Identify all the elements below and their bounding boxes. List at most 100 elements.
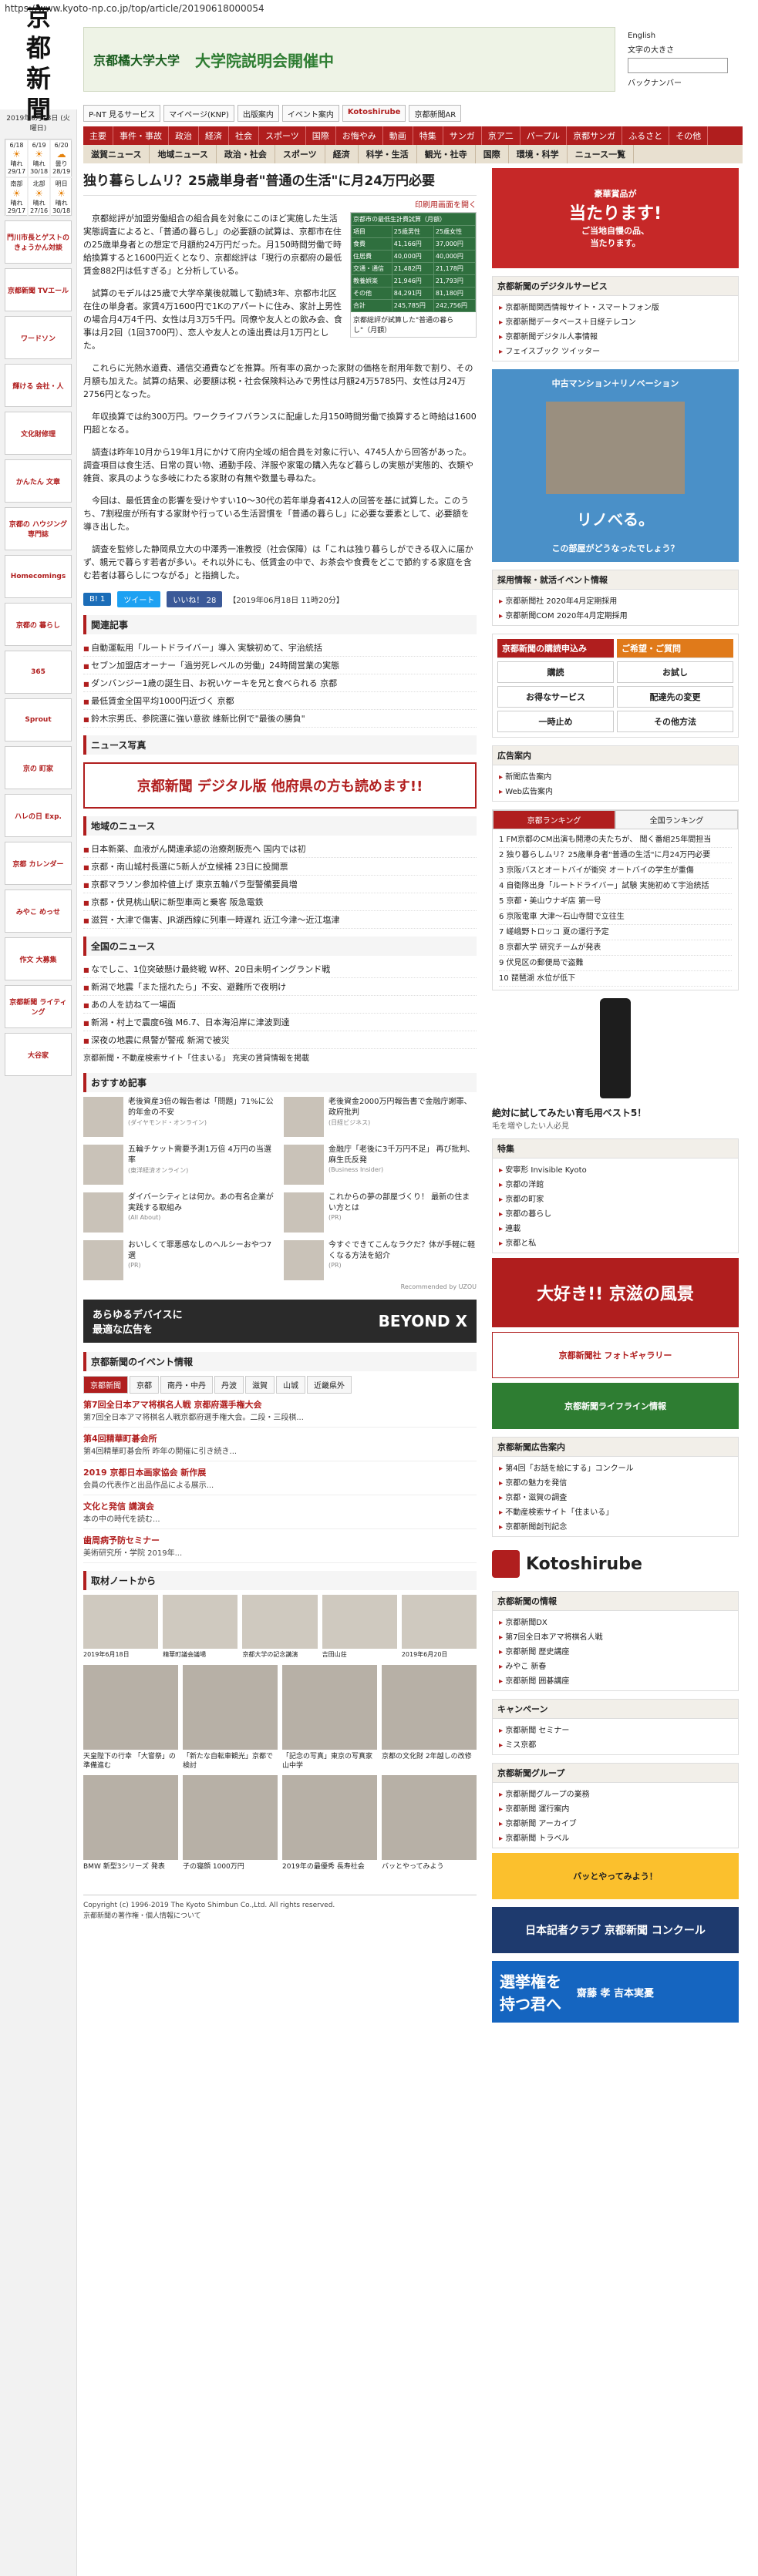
side-link[interactable]: 不動産検索サイト「住まいる」 [499, 1504, 732, 1518]
rail-ad-tile[interactable]: 京都の ハウジング 専門誌 [5, 507, 72, 550]
rail-ad-tile[interactable]: 輝ける 会社・人 [5, 364, 72, 407]
news-link[interactable]: なでしこ、1位突破懸け最終戦 W杯、20日未明イングランド戦 [83, 960, 477, 978]
nav-tab[interactable]: 国際 [306, 126, 336, 145]
note-photo[interactable] [163, 1595, 238, 1649]
event-tab[interactable]: 滋賀 [245, 1376, 275, 1394]
news-link[interactable]: 新潟で地震「また揺れたら」不安、避難所で夜明け [83, 978, 477, 996]
rail-ad-tile[interactable]: みやこ めっせ [5, 889, 72, 933]
side-link[interactable]: 京都新聞COM 2020年4月定期採用 [499, 607, 732, 622]
side-link[interactable]: みやこ 新春 [499, 1658, 732, 1673]
weather-panel[interactable]: 6/18 ☀ 晴れ 29/17 6/19 ☀ 晴れ 30/18 6/20 ☁ 曇り 28/19 南… [5, 139, 73, 217]
side-link[interactable]: 京都の洋館 [499, 1176, 732, 1191]
event-item[interactable]: 第7回全日本アマ将棋名人戦 京都府選手権大会 第7回全日本アマ将棋名人戦京都府選手… [83, 1394, 477, 1428]
ranking-item[interactable]: 9 伏見区の郵便局で盗難 [499, 956, 732, 971]
english-link[interactable]: English [628, 32, 655, 40]
recommended-card[interactable]: 老後資金2000万円報告書で金融庁謝罪、政府批判 (日経ビジネス) [284, 1097, 477, 1137]
purchase-button[interactable]: 購読 [497, 661, 614, 683]
hair-tonic-ad[interactable] [492, 990, 739, 1106]
rail-ad-tile[interactable]: 365 [5, 651, 72, 694]
side-link[interactable]: 京都新聞 歴史講座 [499, 1643, 732, 1658]
news-link[interactable]: 京都マラソン参加枠値上げ 東京五輪パラ型警備要員増 [83, 876, 477, 893]
rail-ad-tile[interactable]: 京都新聞 TVエール [5, 268, 72, 311]
bottom-card[interactable]: 「記念の写真」東京の写真家 山中学 [282, 1665, 377, 1771]
event-item[interactable]: 文化と発信 講演会 本の中の時代を読む... [83, 1495, 477, 1529]
gift-campaign-ad[interactable]: 豪華賞品が 当たります! ご当地自慢の品、 当たります。 [492, 168, 739, 268]
nav-tab[interactable]: その他 [669, 126, 709, 145]
ranking-item[interactable]: 4 自衛隊出身「ルートドライバー」試験 実施初めて宇治統括 [499, 879, 732, 894]
event-tab[interactable]: 京都 [130, 1376, 159, 1394]
event-tab[interactable]: 京都新聞 [83, 1376, 128, 1394]
service-link[interactable]: 出版案内 [237, 105, 279, 122]
related-link[interactable]: ダンバンジー1歳の誕生日、お祝いケーキを兄と食べられる 京都 [83, 674, 477, 692]
side-link[interactable]: 京都新聞デジタル人事情報 [499, 328, 732, 343]
event-tab[interactable]: 山城 [276, 1376, 305, 1394]
related-link[interactable]: 自動運転用「ルートドライバー」導入 実験初めて、宇治統括 [83, 639, 477, 657]
side-link[interactable]: 京都の魅力を発信 [499, 1475, 732, 1489]
rail-ad-tile[interactable]: 文化財修理 [5, 412, 72, 455]
nav-tab[interactable]: ふるさと [622, 126, 670, 145]
side-link[interactable]: 京都新聞データベース＋日経テレコン [499, 314, 732, 328]
address-bar[interactable]: https://www.kyoto-np.co.jp/top/article/2… [0, 0, 758, 17]
backnumber-link[interactable]: バックナンバー [628, 76, 682, 88]
recommended-card[interactable]: 金融庁「老後に3千万円不足」 再び批判、麻生氏反発 (Business Insid… [284, 1145, 477, 1185]
top-banner-ad[interactable]: 京都橘大学大学 大学院説明会開催中 [83, 27, 615, 92]
note-photo[interactable] [322, 1595, 397, 1649]
news-link[interactable]: 京都・伏見桃山駅に新型車両と乗客 阪急電鉄 [83, 893, 477, 911]
rail-ad-tile[interactable]: 京都の 暮らし [5, 603, 72, 646]
event-tab[interactable]: 南丹・中丹 [160, 1376, 213, 1394]
font-size-control[interactable]: 文字の大きさ [628, 43, 674, 55]
ranking-tab[interactable]: 京都ランキング [493, 810, 615, 829]
news-link[interactable]: あの人を訪ねて一場面 [83, 996, 477, 1014]
subnav-tab[interactable]: 国際 [476, 145, 509, 163]
ranking-item[interactable]: 2 独り暮らしムリ？25歳単身者"普通の生活"に月24万円必要 [499, 848, 732, 863]
bottom-card[interactable]: 2019年の最優秀 長寿社会 [282, 1775, 377, 1871]
tweet-button[interactable]: ツイート [117, 591, 161, 607]
news-link[interactable]: 京都・南山城村長選に5新人が立候補 23日に投開票 [83, 858, 477, 876]
subnav-tab[interactable]: 経済 [325, 145, 359, 163]
ranking-item[interactable]: 7 嵯峨野トロッコ 夏の運行予定 [499, 925, 732, 940]
digital-edition-banner[interactable]: 京都新聞 デジタル版 他府県の方も読めます!! [83, 762, 477, 809]
news-link[interactable]: 滋賀・大津で傷害、JR湖西線に列車一時遅れ 近江今津〜近江塩津 [83, 911, 477, 929]
recommended-card[interactable]: 老後資産3倍の報告者は「問題」71%に公的年金の不安 (ダイヤモンド・オンライン) [83, 1097, 276, 1137]
service-link[interactable]: マイページ(KNP) [163, 105, 234, 122]
election-ad[interactable]: 選挙権を 持つ君へ 齋藤 孝 吉本実憂 [492, 1961, 739, 2023]
side-link[interactable]: 連載 [499, 1220, 732, 1235]
bottom-card[interactable]: 子の寝顔 1000万円 [183, 1775, 278, 1871]
search-input[interactable] [628, 57, 728, 73]
note-photo[interactable] [242, 1595, 318, 1649]
subnav-tab[interactable]: スポーツ [275, 145, 325, 163]
subnav-tab[interactable]: 観光・社寺 [417, 145, 476, 163]
side-link[interactable]: 京都新聞DX [499, 1614, 732, 1629]
subnav-tab[interactable]: 地域ニュース [150, 145, 217, 163]
rail-ad-tile[interactable]: ワードソン [5, 316, 72, 359]
ranking-item[interactable]: 10 琵琶湖 水位が低下 [499, 971, 732, 987]
note-photo[interactable] [401, 1595, 477, 1649]
purchase-button[interactable]: 配達先の変更 [617, 686, 733, 708]
facebook-like-button[interactable]: いいね！ 28 [167, 591, 223, 607]
nav-tab[interactable]: サンガ [443, 126, 482, 145]
ranking-item[interactable]: 6 京阪電車 大津〜石山寺間で立往生 [499, 910, 732, 925]
subnav-tab[interactable]: ニュース一覧 [568, 145, 635, 163]
recommended-card[interactable]: 今すぐできてこんなラクだ？体が手軽に軽くなる方法を紹介 (PR) [284, 1240, 477, 1280]
side-link[interactable]: 京都の町家 [499, 1191, 732, 1206]
rail-ad-tile[interactable]: Homecomings [5, 555, 72, 598]
side-link[interactable]: 京都新聞グループの業務 [499, 1786, 732, 1801]
nikkei-ad[interactable]: 日本記者クラブ 京都新聞 コンクール [492, 1907, 739, 1953]
recommended-card[interactable]: これからの夢の部屋づくり！ 最新の住まい方とは (PR) [284, 1192, 477, 1233]
side-link[interactable]: 京都新聞関西情報サイト・スマートフォン版 [499, 299, 732, 314]
rail-ad-tile[interactable]: かんたん 文章 [5, 459, 72, 503]
recommended-card[interactable]: おいしくて罪悪感なしのヘルシーおやつ7選 (PR) [83, 1240, 276, 1280]
recommended-card[interactable]: ダイバーシティとは何か。あの有名企業が実践する取組み (All About) [83, 1192, 276, 1233]
rail-ad-tile[interactable]: ハレの日 Exp. [5, 794, 72, 837]
nav-tab[interactable]: 動画 [383, 126, 413, 145]
side-link[interactable]: 第4回「お話を絵にする」コンクール [499, 1460, 732, 1475]
rail-ad-tile[interactable]: 門川市長とゲストの きょうかん対談 [5, 220, 72, 264]
side-link[interactable]: 京都・滋賀の調査 [499, 1489, 732, 1504]
hair-ad-title[interactable]: 絶対に試してみたい育毛用ベスト5！ [492, 1106, 739, 1119]
side-link[interactable]: 京都の暮らし [499, 1206, 732, 1220]
note-photo[interactable] [83, 1595, 159, 1649]
service-link[interactable]: イベント案内 [281, 105, 339, 122]
service-link[interactable]: P-NT 見るサービス [83, 105, 161, 122]
rail-ad-tile[interactable]: Sprout [5, 698, 72, 742]
nav-tab[interactable]: スポーツ [259, 126, 306, 145]
